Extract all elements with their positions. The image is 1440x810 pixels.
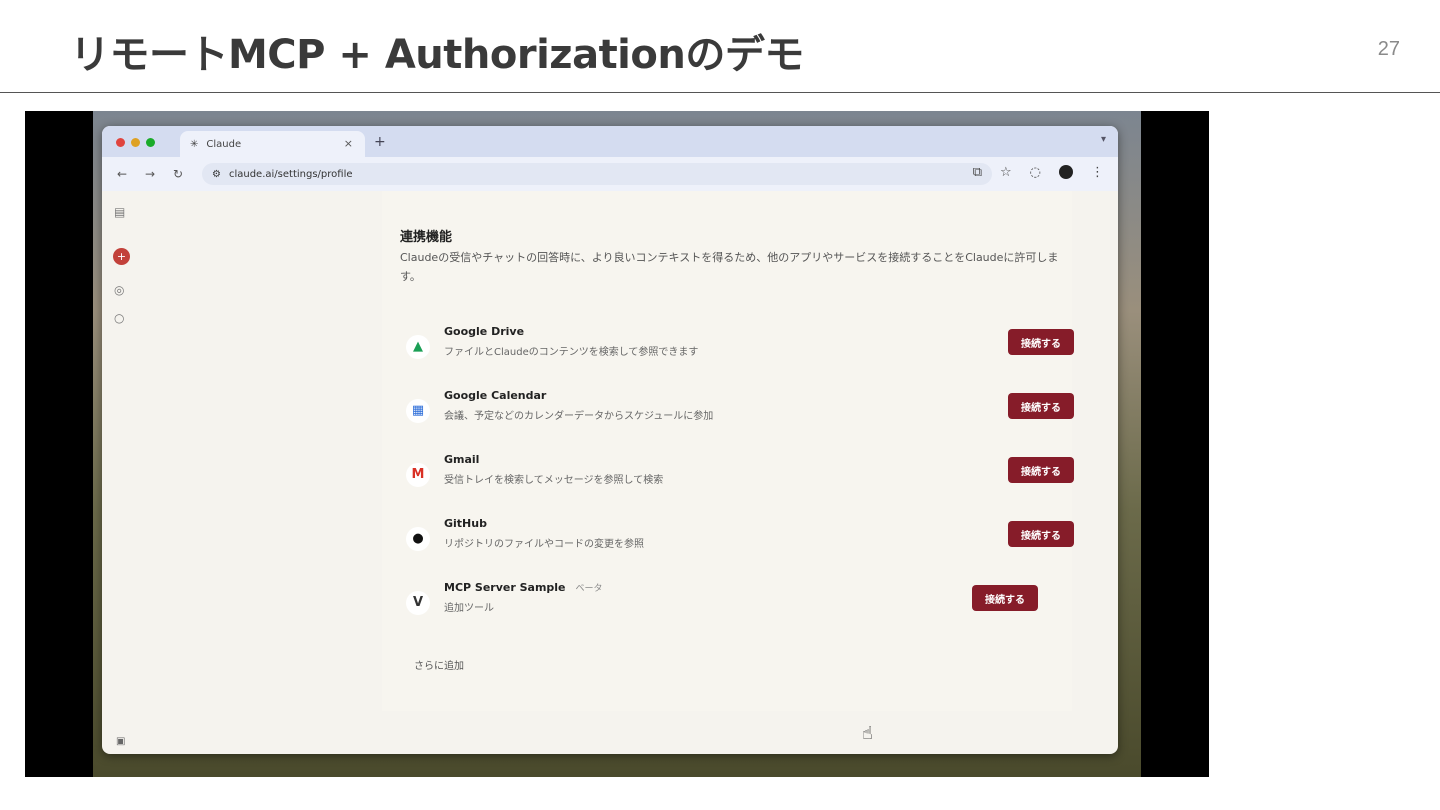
integration-name-text: MCP Server Sample	[444, 581, 566, 594]
integration-description: リポジトリのファイルやコードの変更を参照	[444, 539, 644, 550]
connect-button[interactable]: 接続する	[1008, 393, 1074, 419]
integration-name: Gmail	[444, 453, 480, 466]
demo-video[interactable]: ✳ Claude × + ▾ ← → ↻ ⚙ claude.ai/setting…	[25, 111, 1209, 777]
title-divider	[0, 92, 1440, 93]
beta-badge: ベータ	[575, 584, 603, 594]
url-text: claude.ai/settings/profile	[228, 168, 353, 180]
claude-favicon-icon: ✳	[190, 138, 199, 150]
new-chat-icon[interactable]: +	[113, 248, 130, 265]
window-controls	[116, 138, 155, 147]
tab-bar: ✳ Claude × + ▾	[102, 126, 1118, 157]
integration-row: ▦ Google Calendar 会議、予定などのカレンダーデータからスケジュ…	[400, 389, 1080, 441]
github-icon: ●	[406, 527, 430, 551]
projects-icon[interactable]: ○	[114, 311, 124, 325]
tab-close-icon[interactable]: ×	[344, 137, 353, 150]
forward-icon[interactable]: →	[142, 167, 158, 181]
integration-description: 追加ツール	[444, 603, 494, 614]
integration-description: 受信トレイを検索してメッセージを参照して検索	[444, 475, 664, 486]
browser-toolbar: ← → ↻ ⚙ claude.ai/settings/profile ⧉ ☆ ◌…	[102, 157, 1118, 191]
page-number: 27	[1377, 38, 1400, 60]
extensions-icon[interactable]: ◌	[1030, 165, 1041, 180]
connect-button[interactable]: 接続する	[1008, 457, 1074, 483]
integration-description: 会議、予定などのカレンダーデータからスケジュールに参加	[444, 411, 714, 422]
integration-name: Google Calendar	[444, 389, 547, 402]
site-info-icon[interactable]: ⚙	[212, 169, 221, 180]
address-bar[interactable]: ⚙ claude.ai/settings/profile	[202, 163, 992, 185]
reload-icon[interactable]: ↻	[170, 167, 186, 181]
integration-row: M Gmail 受信トレイを検索してメッセージを参照して検索 接続する	[400, 453, 1080, 505]
sidebar-toggle-icon[interactable]: ▤	[114, 205, 125, 219]
add-more-link[interactable]: さらに追加	[414, 657, 464, 672]
back-icon[interactable]: ←	[114, 167, 130, 181]
integration-name: MCP Server Sample ベータ	[444, 581, 603, 594]
integration-description: ファイルとClaudeのコンテンツを検索して参照できます	[444, 347, 699, 358]
integration-row: ▲ Google Drive ファイルとClaudeのコンテンツを検索して参照で…	[400, 325, 1080, 377]
bookmark-star-icon[interactable]: ☆	[1000, 165, 1012, 180]
tab-title: Claude	[206, 138, 242, 150]
chats-icon[interactable]: ◎	[114, 283, 124, 297]
integration-name: Google Drive	[444, 325, 525, 338]
gmail-icon: M	[406, 463, 430, 487]
integrations-panel: 連携機能 Claudeの受信やチャットの回答時に、より良いコンテキストを得るため…	[382, 191, 1074, 711]
browser-tab[interactable]: ✳ Claude ×	[180, 131, 365, 157]
connect-button[interactable]: 接続する	[972, 585, 1038, 611]
browser-window: ✳ Claude × + ▾ ← → ↻ ⚙ claude.ai/setting…	[102, 126, 1118, 754]
mcp-server-icon: V	[406, 591, 430, 615]
connect-button[interactable]: 接続する	[1008, 329, 1074, 355]
user-menu-icon[interactable]: ▣	[116, 736, 125, 747]
integration-row: V MCP Server Sample ベータ 追加ツール 接続する	[400, 581, 1080, 633]
new-tab-icon[interactable]: +	[374, 134, 386, 150]
google-calendar-icon: ▦	[406, 399, 430, 423]
integration-row: ● GitHub リポジトリのファイルやコードの変更を参照 接続する	[400, 517, 1080, 569]
section-description: Claudeの受信やチャットの回答時に、より良いコンテキストを得るため、他のアプ…	[400, 251, 1059, 283]
minimize-window-button[interactable]	[131, 138, 140, 147]
close-window-button[interactable]	[116, 138, 125, 147]
profile-avatar[interactable]	[1059, 165, 1073, 179]
tab-search-icon[interactable]: ▾	[1101, 134, 1106, 145]
browser-menu-icon[interactable]: ⋮	[1091, 165, 1104, 180]
section-title: 連携機能	[400, 230, 453, 245]
connect-button[interactable]: 接続する	[1008, 521, 1074, 547]
google-drive-icon: ▲	[406, 335, 430, 359]
side-rail: ▤ + ◎ ○ ▣	[102, 191, 142, 754]
mouse-cursor-icon: ☝	[862, 723, 873, 744]
slide-title: リモートMCP + Authorizationのデモ	[70, 32, 804, 78]
maximize-window-button[interactable]	[146, 138, 155, 147]
integration-name: GitHub	[444, 517, 487, 530]
install-app-icon[interactable]: ⧉	[973, 165, 982, 180]
claude-app: ▤ + ◎ ○ ▣ 連携機能 Claudeの受信やチャットの回答時に、より良いコ…	[102, 191, 1118, 754]
